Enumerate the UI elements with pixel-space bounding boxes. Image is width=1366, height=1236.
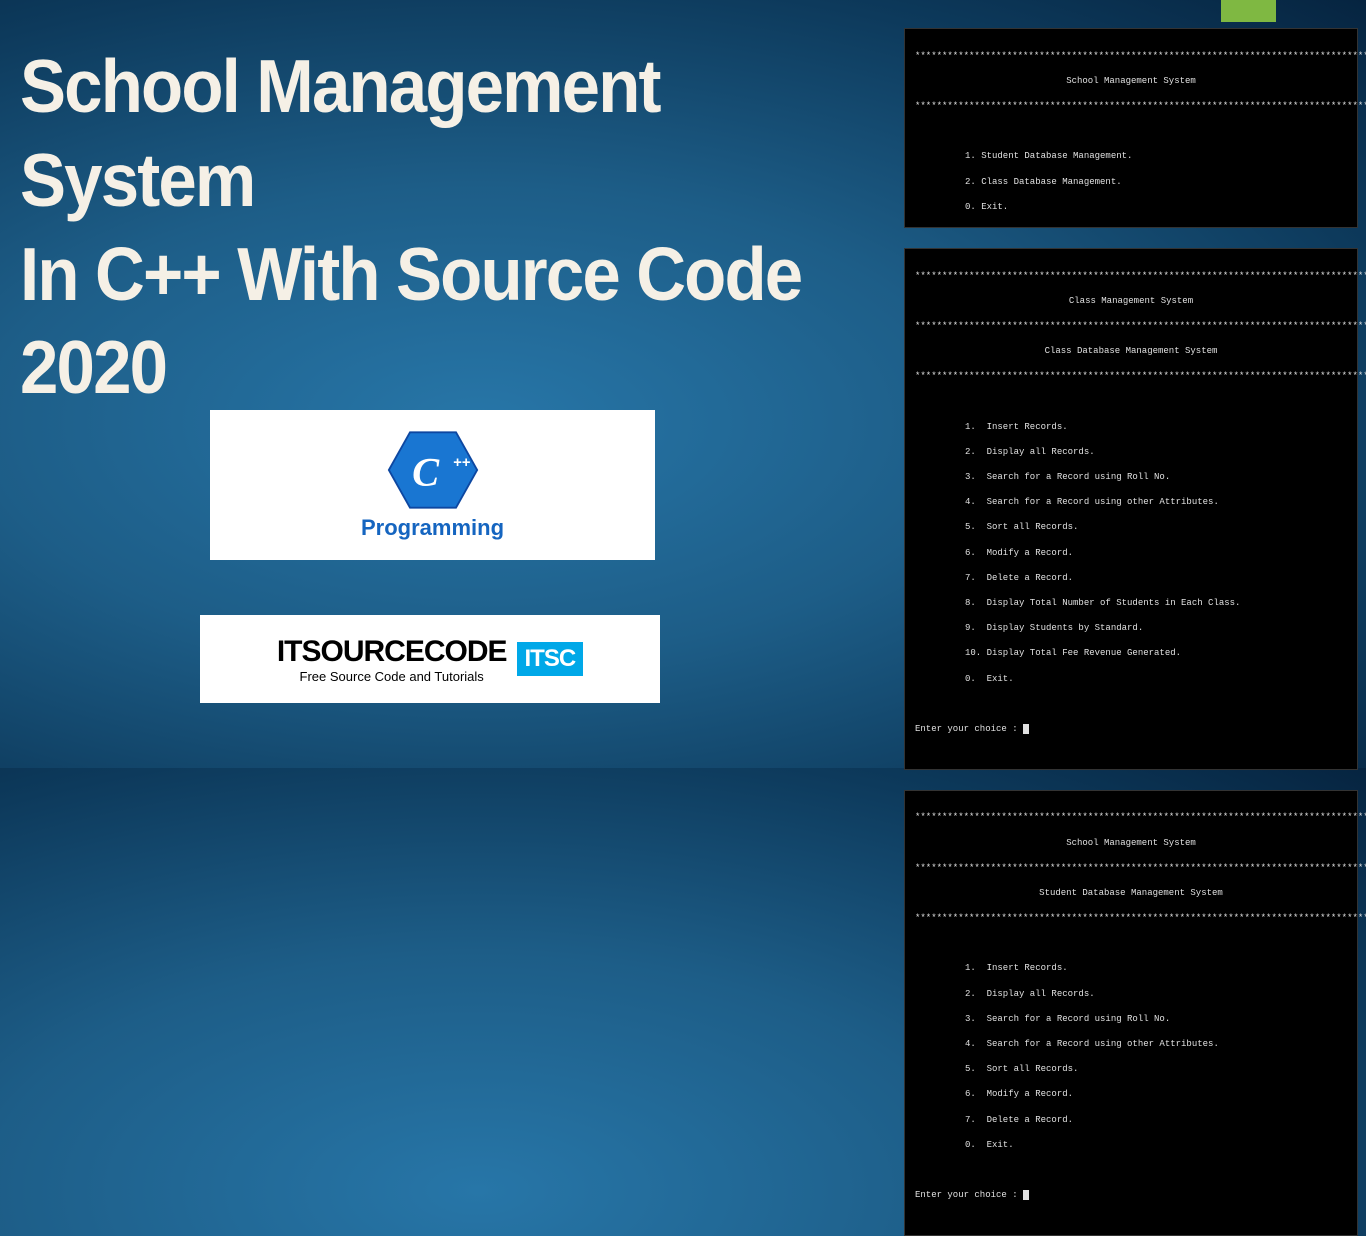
terminal-column: ****************************************…	[904, 28, 1358, 1236]
menu-option: 10. Display Total Fee Revenue Generated.	[915, 647, 1347, 660]
cpp-logo-card: C ++ Programming	[210, 410, 655, 560]
cpp-hexagon-icon: C ++	[387, 430, 479, 510]
stars: ****************************************…	[915, 370, 1347, 383]
left-column: School Management System In C++ With Sou…	[20, 40, 880, 415]
menu-option: 4. Search for a Record using other Attri…	[915, 496, 1347, 509]
menu-option: 2. Display all Records.	[915, 446, 1347, 459]
menu-option: 0. Exit.	[915, 201, 1347, 214]
accent-bar	[1221, 0, 1276, 22]
svg-text:++: ++	[453, 455, 470, 471]
terminal-class-menu: ****************************************…	[904, 248, 1358, 770]
terminal-student-menu: ****************************************…	[904, 790, 1358, 1236]
menu-option: 4. Search for a Record using other Attri…	[915, 1038, 1347, 1051]
menu-option: 5. Sort all Records.	[915, 1063, 1347, 1076]
terminal-header: Class Management System	[915, 295, 1347, 308]
menu-option: 0. Exit.	[915, 1139, 1347, 1152]
prompt: Enter your choice :	[915, 1189, 1347, 1202]
stars: ****************************************…	[915, 100, 1347, 113]
menu-option: 0. Exit.	[915, 673, 1347, 686]
cursor-icon	[1023, 1190, 1029, 1200]
svg-text:C: C	[412, 449, 440, 494]
menu-option: 9. Display Students by Standard.	[915, 622, 1347, 635]
itsc-badge: ITSC	[517, 642, 584, 676]
stars: ****************************************…	[915, 320, 1347, 333]
menu-option: 6. Modify a Record.	[915, 547, 1347, 560]
menu-option: 1. Insert Records.	[915, 962, 1347, 975]
menu-option: 2. Display all Records.	[915, 988, 1347, 1001]
stars: ****************************************…	[915, 50, 1347, 63]
prompt: Enter your choice :	[915, 723, 1347, 736]
title-line-1: School Management System	[20, 40, 811, 228]
menu-option: 5. Sort all Records.	[915, 521, 1347, 534]
terminal-subheader: Student Database Management System	[915, 887, 1347, 900]
title-line-3: 2020	[20, 321, 811, 415]
stars: ****************************************…	[915, 862, 1347, 875]
cursor-icon	[1023, 724, 1029, 734]
itsc-tagline: Free Source Code and Tutorials	[300, 669, 484, 684]
menu-option: 7. Delete a Record.	[915, 572, 1347, 585]
stars: ****************************************…	[915, 811, 1347, 824]
stars: ****************************************…	[915, 270, 1347, 283]
menu-option: 8. Display Total Number of Students in E…	[915, 597, 1347, 610]
menu-option: 3. Search for a Record using Roll No.	[915, 1013, 1347, 1026]
itsourcecode-card: ITSOURCECODE Free Source Code and Tutori…	[200, 615, 660, 703]
stars: ****************************************…	[915, 912, 1347, 925]
menu-option: 3. Search for a Record using Roll No.	[915, 471, 1347, 484]
terminal-subheader: Class Database Management System	[915, 345, 1347, 358]
terminal-header: School Management System	[915, 837, 1347, 850]
menu-option: 1. Insert Records.	[915, 421, 1347, 434]
menu-option: 7. Delete a Record.	[915, 1114, 1347, 1127]
main-title: School Management System In C++ With Sou…	[20, 40, 811, 415]
terminal-main-menu: ****************************************…	[904, 28, 1358, 228]
menu-option: 6. Modify a Record.	[915, 1088, 1347, 1101]
menu-option: 1. Student Database Management.	[915, 150, 1347, 163]
menu-option: 2. Class Database Management.	[915, 176, 1347, 189]
itsc-brand: ITSOURCECODE	[277, 635, 507, 669]
programming-label: Programming	[361, 515, 504, 541]
title-line-2: In C++ With Source Code	[20, 228, 811, 322]
terminal-header: School Management System	[915, 75, 1347, 88]
